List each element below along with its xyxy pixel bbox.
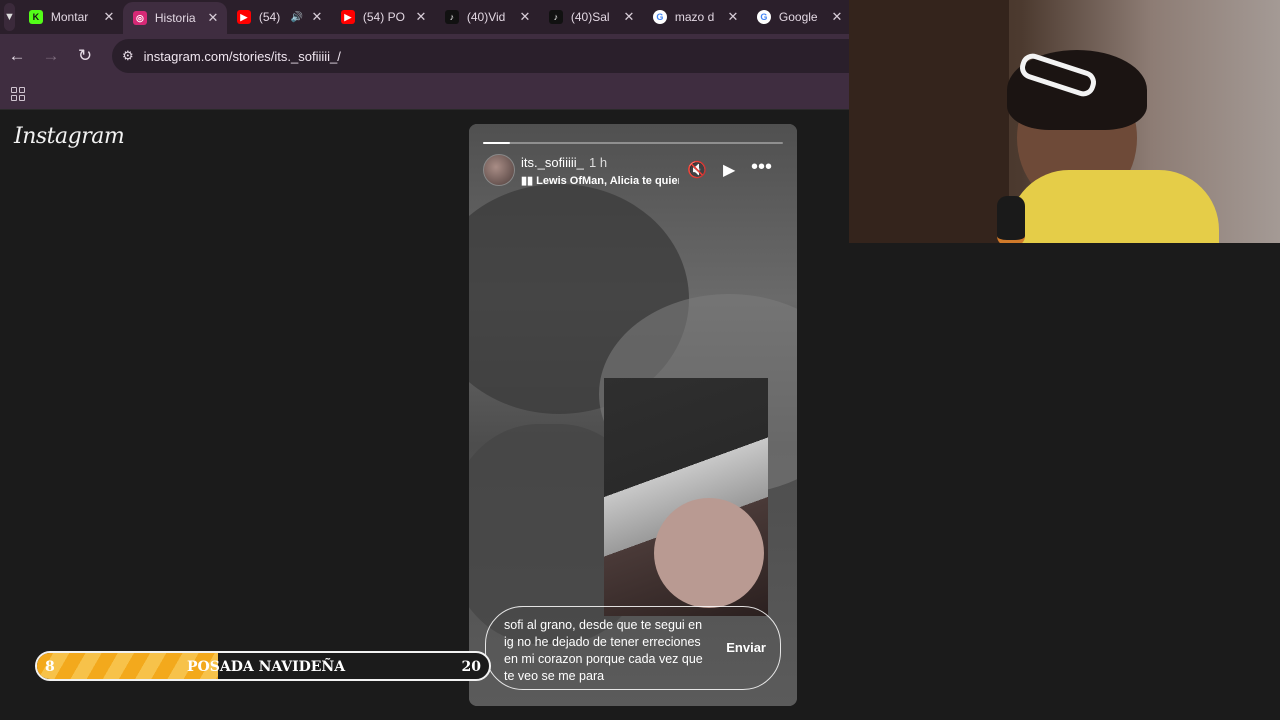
story-music[interactable]: ▮▮ Lewis OfMan, Alicia te quiero — [521, 174, 679, 187]
mute-icon[interactable]: 🔇 — [687, 160, 707, 180]
tab-7[interactable]: G Google ✕ — [747, 2, 851, 32]
close-icon[interactable]: ✕ — [829, 9, 845, 25]
music-title: Lewis OfMan, Alicia te quiero — [536, 175, 679, 187]
tab-strip: ▼ K Montar ✕ ◎ Historia ✕ ▶ (54) 🔊 ✕ ▶ (54) PO ✕ ♪ (40… — [0, 0, 849, 34]
tab-0[interactable]: K Montar ✕ — [19, 2, 123, 32]
youtube-icon: ▶ — [236, 10, 251, 24]
reload-icon: ↻ — [77, 46, 93, 65]
instagram-logo[interactable]: Instagram — [14, 124, 125, 149]
banner-left-number: 8 — [45, 659, 55, 675]
reload-button[interactable]: ↻ — [68, 46, 102, 66]
more-options-icon[interactable]: ••• — [751, 156, 772, 179]
story-time: 1 h — [589, 155, 608, 170]
webcam-overlay — [849, 0, 1280, 243]
play-icon[interactable]: ▶ — [723, 160, 735, 180]
google-icon: G — [756, 10, 771, 24]
url-text: instagram.com/stories/its._sofiiiii_/ — [143, 48, 341, 64]
forward-button[interactable]: → — [34, 46, 68, 66]
story-username[interactable]: its._sofiiiii_ — [521, 155, 584, 170]
tab-title: (54) — [258, 10, 281, 24]
site-settings-icon[interactable]: ⚙ — [122, 48, 134, 64]
apps-grid-icon[interactable] — [11, 86, 25, 101]
send-button[interactable]: Enviar — [726, 640, 766, 655]
tab-5[interactable]: ♪ (40)Sal ✕ — [539, 2, 643, 32]
tab-title: Montar — [50, 10, 89, 24]
close-icon[interactable]: ✕ — [413, 9, 429, 25]
tab-3[interactable]: ▶ (54) PO ✕ — [331, 2, 435, 32]
bookmarks-bar — [0, 78, 849, 110]
tab-title: mazo d — [674, 10, 715, 24]
close-icon[interactable]: ✕ — [621, 9, 637, 25]
arrow-right-icon: → — [42, 46, 60, 65]
kick-icon: K — [28, 10, 43, 24]
screen: ▼ K Montar ✕ ◎ Historia ✕ ▶ (54) 🔊 ✕ ▶ (54) PO ✕ ♪ (40… — [0, 0, 1280, 720]
story-progress-fill — [483, 142, 510, 144]
instagram-icon: ◎ — [132, 11, 147, 25]
tab-search-button[interactable]: ▼ — [4, 3, 15, 31]
reply-input[interactable]: sofi al grano, desde que te segui en ig … — [485, 606, 781, 690]
tiktok-icon: ♪ — [548, 10, 563, 24]
banner-label: POSADA NAVIDEÑA — [187, 659, 346, 675]
tab-2[interactable]: ▶ (54) 🔊 ✕ — [227, 2, 331, 32]
reply-text[interactable]: sofi al grano, desde que te segui en ig … — [504, 617, 714, 685]
music-bars-icon: ▮▮ — [521, 175, 537, 187]
speaker-icon[interactable]: 🔊 — [290, 12, 302, 23]
arrow-left-icon: ← — [8, 46, 26, 65]
close-icon[interactable]: ✕ — [725, 9, 741, 25]
close-icon[interactable]: ✕ — [309, 9, 325, 25]
story-viewer: its._sofiiiii_ 1 h ▮▮ Lewis OfMan, Alici… — [469, 124, 797, 706]
tab-4[interactable]: ♪ (40)Vid ✕ — [435, 2, 539, 32]
tab-title: (40)Vid — [466, 10, 506, 24]
youtube-icon: ▶ — [340, 10, 355, 24]
banner-right-number: 20 — [461, 659, 481, 675]
tab-title: (40)Sal — [570, 10, 610, 24]
tab-title: Google — [778, 10, 818, 24]
avatar[interactable] — [483, 154, 515, 186]
tab-title: (54) PO — [362, 10, 405, 24]
close-icon[interactable]: ✕ — [205, 10, 221, 26]
close-icon[interactable]: ✕ — [101, 9, 117, 25]
address-bar[interactable]: ⚙ instagram.com/stories/its._sofiiiii_/ — [112, 39, 849, 73]
tabs: K Montar ✕ ◎ Historia ✕ ▶ (54) 🔊 ✕ ▶ (54) PO ✕ ♪ (40)V… — [19, 0, 851, 34]
story-progress-bar — [483, 142, 783, 144]
tab-6[interactable]: Gmazo d ✕ — [643, 2, 747, 32]
chevron-down-icon: ▼ — [4, 11, 15, 23]
google-icon: G — [652, 10, 667, 24]
posada-progress-banner: 8 POSADA NAVIDEÑA 20 — [35, 651, 491, 681]
tiktok-icon: ♪ — [444, 10, 459, 24]
close-icon[interactable]: ✕ — [517, 9, 533, 25]
tab-title: Historia — [154, 11, 196, 25]
story-photo — [604, 378, 768, 616]
back-button[interactable]: ← — [0, 46, 34, 66]
tab-1[interactable]: ◎ Historia ✕ — [122, 2, 227, 34]
toolbar: ← → ↻ ⚙ instagram.com/stories/its._sofii… — [0, 34, 849, 78]
microphone — [997, 196, 1025, 243]
